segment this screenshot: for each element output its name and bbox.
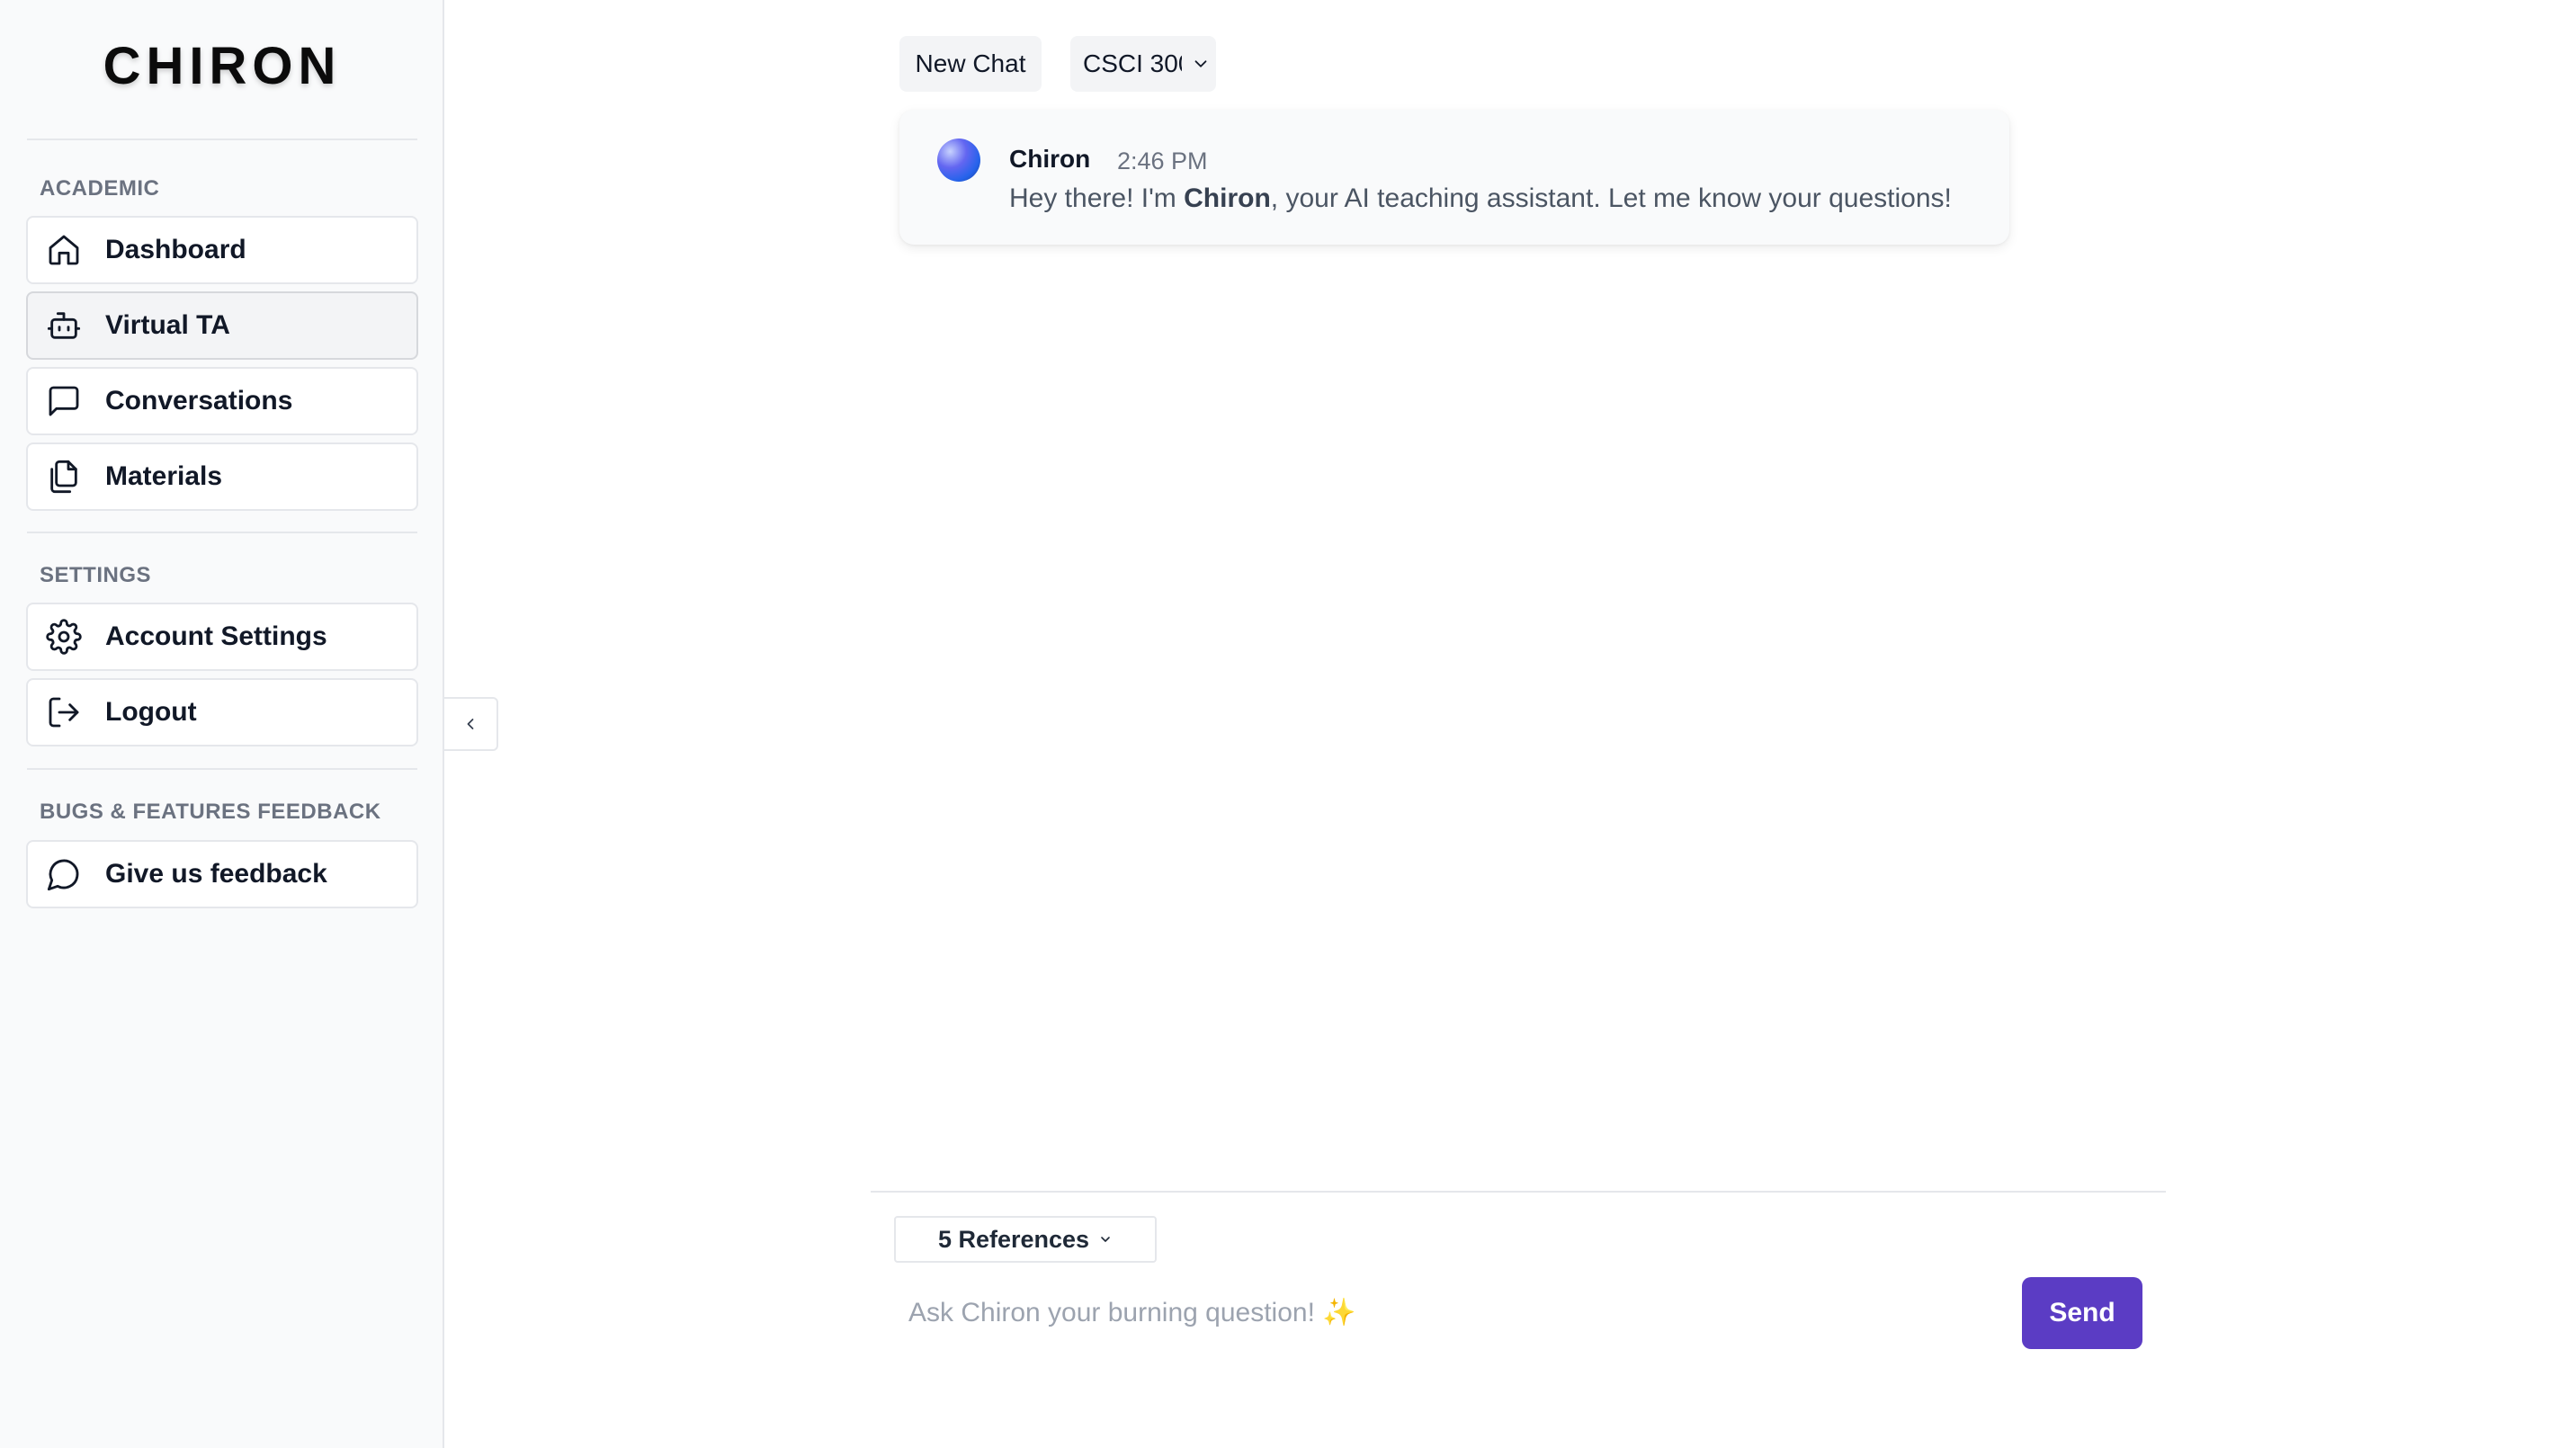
sidebar-item-virtual-ta[interactable]: Virtual TA bbox=[26, 291, 418, 360]
message-text-part: , your AI teaching assistant. Let me kno… bbox=[1270, 183, 1952, 213]
message-text: Hey there! I'm Chiron, your AI teaching … bbox=[1009, 182, 1952, 216]
sidebar-item-conversations[interactable]: Conversations bbox=[26, 367, 418, 435]
message-text-part: Hey there! I'm bbox=[1009, 183, 1185, 213]
sidebar-item-label: Materials bbox=[105, 461, 223, 491]
bot-icon bbox=[28, 308, 105, 344]
sidebar-item-label: Give us feedback bbox=[105, 859, 327, 889]
message-timestamp: 2:46 PM bbox=[1117, 147, 1208, 174]
send-button[interactable]: Send bbox=[2022, 1277, 2142, 1349]
app-logo: CHIRON bbox=[103, 37, 342, 95]
sidebar-collapse-button[interactable] bbox=[444, 697, 498, 751]
message-square-icon bbox=[28, 383, 105, 419]
message-author: Chiron bbox=[1009, 145, 1091, 173]
gear-icon bbox=[28, 619, 105, 655]
sidebar-divider bbox=[27, 139, 417, 140]
course-select-value: CSCI 300 bbox=[1083, 49, 1182, 77]
section-title-academic: ACADEMIC bbox=[40, 176, 160, 201]
sidebar-item-label: Dashboard bbox=[105, 235, 246, 264]
section-title-feedback: BUGS & FEATURES FEEDBACK bbox=[40, 800, 381, 824]
sidebar: CHIRON ACADEMIC Dashboard Virtual TA Con… bbox=[0, 0, 444, 1448]
message-circle-icon bbox=[28, 856, 105, 892]
sidebar-item-give-feedback[interactable]: Give us feedback bbox=[26, 840, 418, 908]
references-label: 5 References bbox=[937, 1225, 1090, 1253]
files-icon bbox=[28, 459, 105, 495]
sidebar-item-label: Virtual TA bbox=[105, 310, 230, 340]
sidebar-divider bbox=[27, 532, 417, 533]
sidebar-item-account-settings[interactable]: Account Settings bbox=[26, 603, 418, 671]
home-icon bbox=[28, 232, 105, 268]
chevron-down-icon bbox=[1191, 54, 1211, 74]
chevron-down-icon bbox=[1089, 1232, 1113, 1247]
chat-message: Chiron 2:46 PM Hey there! I'm Chiron, yo… bbox=[899, 110, 2009, 245]
sidebar-item-label: Logout bbox=[105, 697, 197, 727]
sidebar-item-label: Conversations bbox=[105, 386, 293, 416]
sidebar-item-materials[interactable]: Materials bbox=[26, 442, 418, 511]
question-input[interactable] bbox=[908, 1277, 1988, 1349]
references-dropdown[interactable]: 5 References bbox=[894, 1216, 1157, 1263]
sidebar-divider bbox=[27, 768, 417, 770]
sidebar-item-label: Account Settings bbox=[105, 621, 327, 651]
sidebar-item-logout[interactable]: Logout bbox=[26, 678, 418, 746]
chevron-left-icon bbox=[461, 715, 479, 733]
message-text-bold: Chiron bbox=[1184, 183, 1271, 213]
composer-divider bbox=[871, 1191, 2166, 1193]
avatar bbox=[937, 139, 980, 182]
course-select[interactable]: CSCI 300 bbox=[1070, 36, 1216, 92]
sidebar-item-dashboard[interactable]: Dashboard bbox=[26, 216, 418, 284]
logout-icon bbox=[28, 694, 105, 730]
new-chat-button[interactable]: New Chat bbox=[899, 36, 1042, 92]
section-title-settings: SETTINGS bbox=[40, 563, 152, 587]
